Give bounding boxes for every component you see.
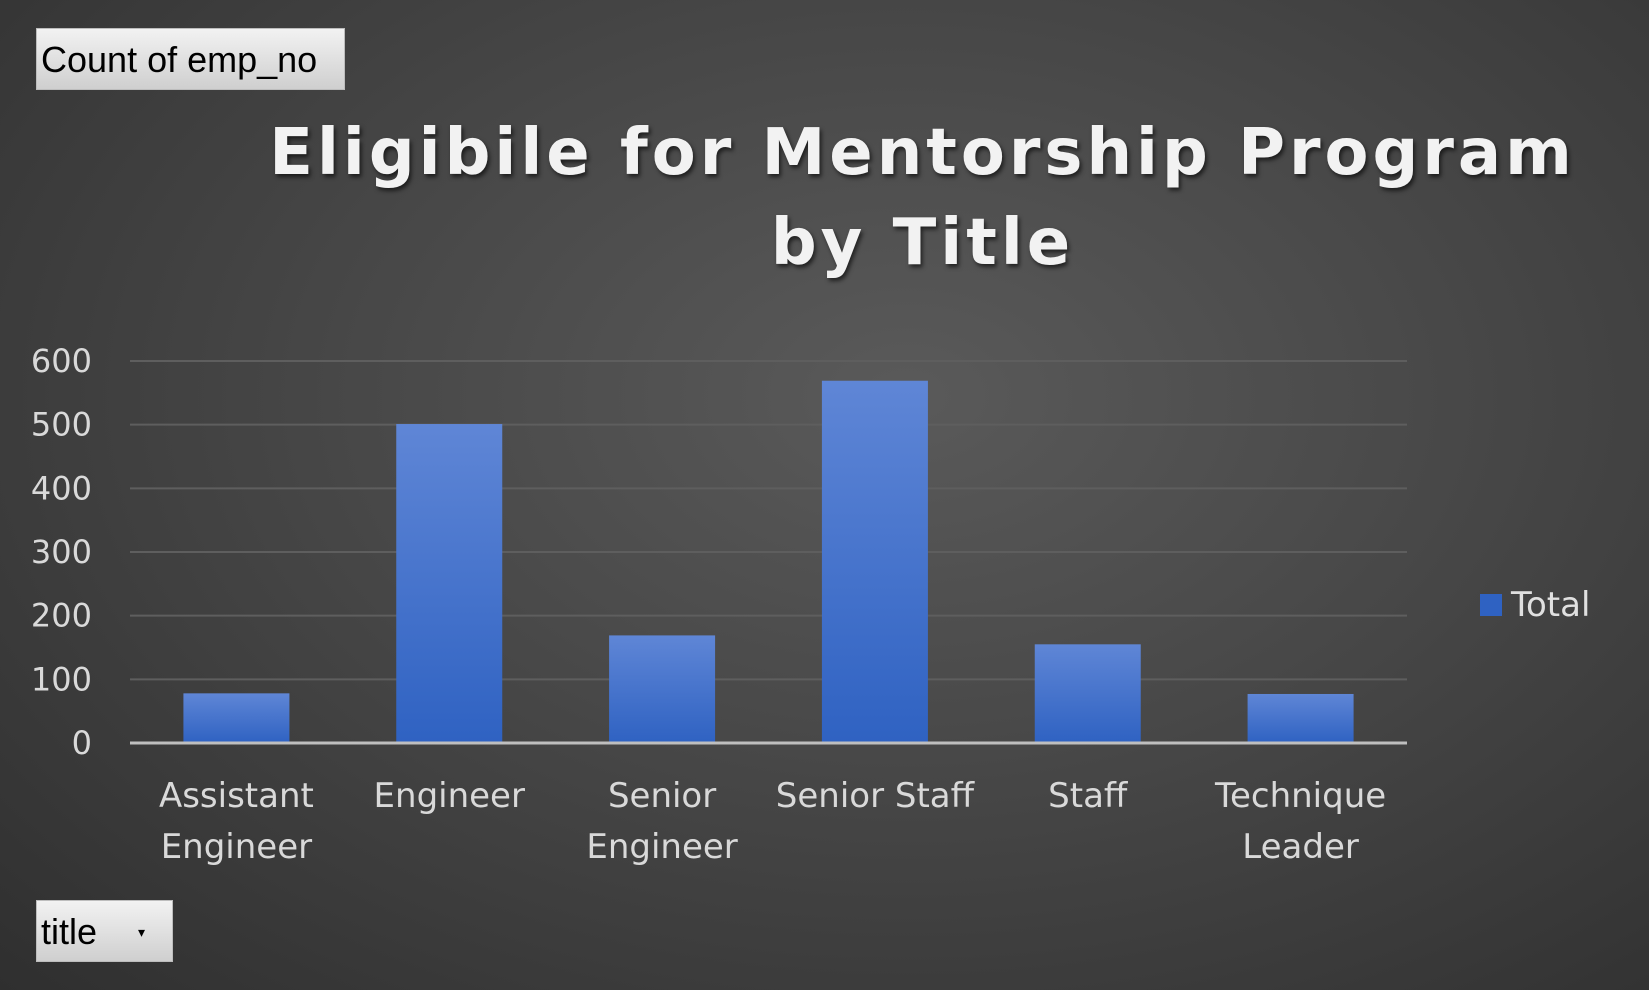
bar: [821, 380, 928, 743]
legend-label: Total: [1510, 585, 1590, 625]
y-tick-label: 100: [31, 660, 92, 698]
bar: [396, 424, 503, 743]
bar-chart: 0 100 200 300 400 500 600 Assistant Engineer Engi…: [31, 342, 1590, 867]
y-tick-label: 600: [31, 342, 92, 380]
x-tick-label: Technique: [1214, 776, 1386, 816]
legend-swatch: [1480, 594, 1502, 616]
y-tick-label: 400: [31, 469, 92, 507]
bar: [1247, 693, 1354, 743]
y-tick-label: 500: [31, 406, 92, 444]
x-tick-label: Engineer: [586, 827, 737, 867]
x-tick-label: Engineer: [374, 776, 525, 816]
x-tick-label: Leader: [1242, 827, 1359, 867]
x-tick-label: Staff: [1048, 776, 1129, 816]
y-tick-label: 300: [31, 533, 92, 571]
axis-field-dropdown[interactable]: title ▾: [36, 900, 173, 962]
chevron-down-icon[interactable]: ▾: [138, 901, 145, 963]
x-tick-label: Assistant: [159, 776, 314, 816]
bar: [1034, 644, 1141, 743]
axis-field-label: title: [41, 911, 98, 952]
y-tick-label: 200: [31, 597, 92, 635]
bar: [183, 693, 290, 743]
y-tick-label: 0: [72, 724, 92, 762]
x-tick-label: Senior Staff: [776, 776, 976, 816]
bar: [609, 635, 716, 743]
x-tick-label: Engineer: [161, 827, 312, 867]
x-tick-label: Senior: [608, 776, 716, 816]
